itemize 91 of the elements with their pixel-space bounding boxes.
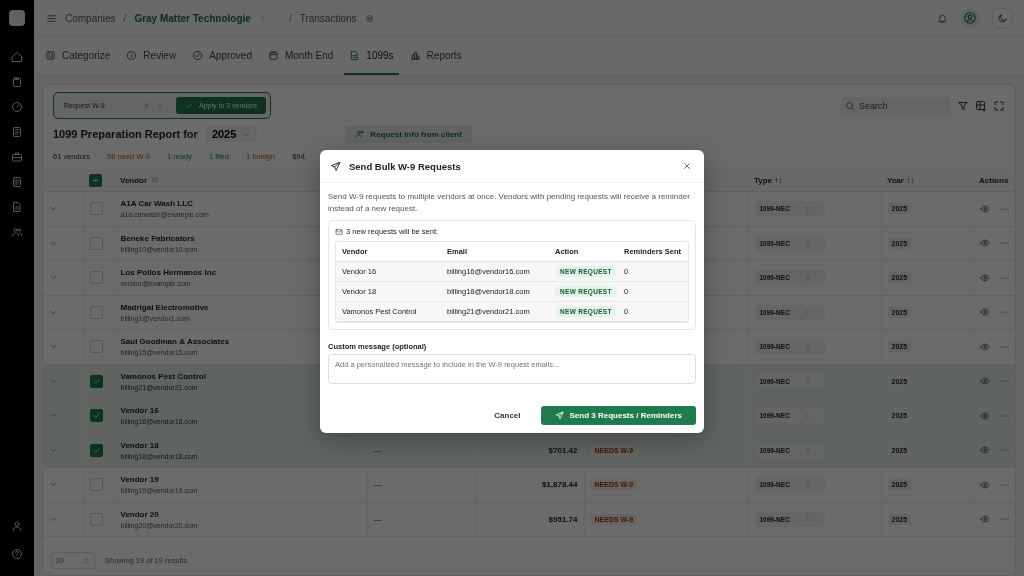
filter-icon bbox=[957, 99, 969, 112]
breadcrumb-separator: / bbox=[288, 12, 292, 24]
users-icon bbox=[11, 226, 23, 238]
column-header[interactable]: Vendor bbox=[120, 175, 148, 185]
eye-icon bbox=[979, 272, 990, 283]
tag-icon bbox=[45, 49, 56, 61]
company-selector[interactable]: Gray Matter Technologie bbox=[134, 12, 251, 24]
table-cell: — bbox=[373, 445, 382, 455]
column-header[interactable]: Type ↑↓ bbox=[754, 175, 783, 185]
logo-icon bbox=[9, 10, 25, 26]
clear-icon bbox=[143, 102, 150, 109]
eye-icon bbox=[979, 376, 990, 387]
table-add-icon bbox=[975, 99, 987, 112]
document-icon bbox=[11, 176, 23, 188]
gear-icon bbox=[364, 13, 374, 23]
row-checkbox[interactable] bbox=[89, 409, 103, 423]
column-header[interactable]: Year ↑↓ bbox=[887, 175, 915, 185]
tab[interactable]: Review bbox=[121, 37, 182, 75]
table-cell: — bbox=[373, 514, 382, 524]
vendor-name: Vendor 16 bbox=[120, 406, 159, 416]
search-field[interactable]: Search bbox=[841, 96, 951, 115]
help-icon bbox=[11, 548, 23, 560]
vendor-name: A1A Car Wash LLC bbox=[120, 199, 193, 209]
year-select[interactable]: 2025 bbox=[205, 126, 258, 142]
home-icon bbox=[11, 51, 23, 63]
amount: $701.42 bbox=[548, 445, 578, 455]
bell-icon bbox=[937, 12, 948, 24]
vendor-name: Saul Goodman & Associates bbox=[120, 337, 230, 347]
eye-icon bbox=[979, 514, 990, 525]
tab[interactable]: 1099s bbox=[344, 37, 399, 75]
dialog-title: Send Bulk W-9 Requests bbox=[349, 160, 461, 172]
dialog-description: Send W-9 requests to multiple vendors at once. Vendors with pending requests will receive a reminder instead of a new request. bbox=[328, 191, 691, 215]
close-icon bbox=[682, 161, 692, 171]
table-cell: — bbox=[373, 480, 382, 490]
breadcrumb-separator: / bbox=[123, 12, 127, 24]
send-button[interactable]: Send 3 Requests / Reminders bbox=[540, 406, 696, 425]
user-icon bbox=[11, 520, 23, 532]
bar-chart-icon bbox=[409, 49, 421, 61]
check-icon bbox=[185, 101, 193, 110]
row-checkbox[interactable] bbox=[89, 374, 103, 388]
briefcase-icon bbox=[11, 151, 23, 163]
vendor-name: Vamonos Pest Control bbox=[120, 371, 206, 381]
eye-icon bbox=[979, 445, 990, 456]
fullscreen-icon bbox=[993, 99, 1005, 112]
tab[interactable]: Approved bbox=[187, 37, 257, 75]
check-icon bbox=[91, 445, 101, 455]
eye-icon bbox=[979, 341, 990, 352]
tab[interactable]: Categorize bbox=[40, 37, 116, 75]
mail-icon bbox=[335, 227, 343, 236]
tab[interactable]: Month End bbox=[262, 37, 339, 75]
cancel-button[interactable]: Cancel bbox=[484, 406, 531, 425]
calendar-icon bbox=[267, 49, 279, 61]
vendor-name: Vendor 20 bbox=[120, 509, 159, 519]
send-icon bbox=[330, 160, 341, 172]
request-info-button[interactable]: Request info from client bbox=[345, 125, 472, 143]
send-icon bbox=[554, 411, 564, 420]
column-header: Actions bbox=[979, 175, 1009, 185]
amount: $1,878.44 bbox=[541, 480, 578, 490]
eye-icon bbox=[979, 479, 990, 490]
select-all-checkbox[interactable] bbox=[89, 173, 102, 187]
clipboard-icon bbox=[11, 76, 23, 88]
vendor-name: Vendor 19 bbox=[120, 475, 159, 485]
avatar-icon[interactable] bbox=[960, 8, 980, 28]
users-icon bbox=[355, 129, 366, 139]
document-icon bbox=[11, 201, 23, 213]
vendor-name: Los Pollos Hermanos Inc bbox=[120, 268, 217, 278]
amount: $951.74 bbox=[548, 514, 578, 524]
check-icon bbox=[91, 411, 101, 421]
row-checkbox[interactable] bbox=[89, 443, 103, 457]
calculator-icon bbox=[11, 126, 23, 138]
vendor-name: Madrigal Electromotive bbox=[120, 302, 209, 312]
moon-icon bbox=[996, 12, 1008, 24]
check-icon bbox=[91, 376, 101, 386]
check-circle-icon bbox=[192, 49, 204, 61]
breadcrumb-current: Transactions bbox=[299, 12, 357, 24]
eye-icon bbox=[979, 238, 990, 249]
vendor-name: Vendor 18 bbox=[120, 440, 159, 450]
eye-icon bbox=[979, 410, 990, 421]
info-icon bbox=[126, 49, 138, 61]
menu-icon bbox=[46, 12, 57, 24]
breadcrumb-link[interactable]: Companies bbox=[65, 12, 116, 24]
vendor-name: Beneke Fabricators bbox=[120, 233, 195, 243]
user-circle-icon bbox=[963, 11, 977, 25]
theme-toggle[interactable] bbox=[992, 8, 1012, 28]
tab[interactable]: Reports bbox=[404, 37, 467, 75]
gauge-icon bbox=[11, 101, 23, 113]
close-button[interactable] bbox=[682, 161, 692, 171]
eye-icon bbox=[979, 203, 990, 214]
eye-icon bbox=[979, 307, 990, 318]
document-icon bbox=[349, 49, 361, 61]
report-title: 1099 Preparation Report for bbox=[53, 128, 198, 140]
